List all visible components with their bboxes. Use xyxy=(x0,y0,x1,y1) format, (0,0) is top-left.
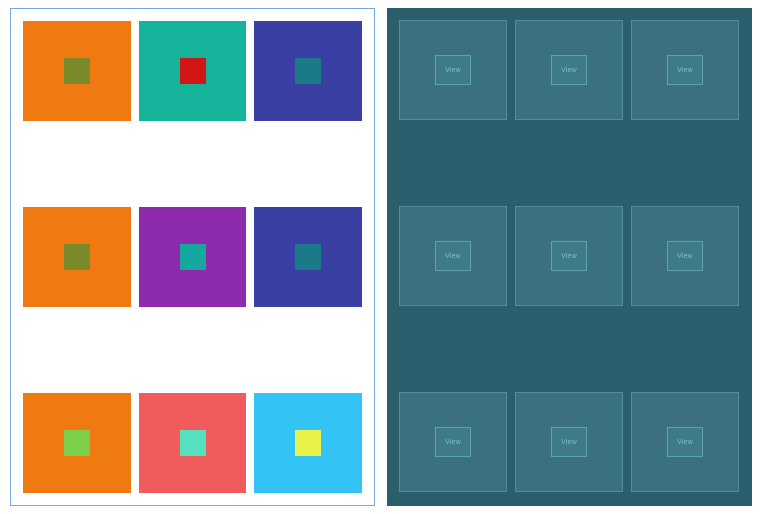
left-row-2 xyxy=(11,393,374,493)
wire-label: View xyxy=(445,439,461,446)
wire-inner: View xyxy=(435,55,471,85)
wire-inner: View xyxy=(667,427,703,457)
color-swatch xyxy=(64,58,90,84)
wire-label: View xyxy=(561,253,577,260)
color-tile[interactable] xyxy=(139,21,247,121)
wire-label: View xyxy=(445,67,461,74)
color-swatch xyxy=(180,58,206,84)
wire-tile[interactable]: View xyxy=(515,206,623,306)
color-tile[interactable] xyxy=(254,21,362,121)
color-swatch xyxy=(295,430,321,456)
wire-tile[interactable]: View xyxy=(399,20,507,120)
wire-tile[interactable]: View xyxy=(631,392,739,492)
color-tile[interactable] xyxy=(23,21,131,121)
wire-inner: View xyxy=(435,427,471,457)
stage: View View View View View View View View … xyxy=(0,0,764,514)
color-tile[interactable] xyxy=(139,393,247,493)
color-swatch xyxy=(295,58,321,84)
color-tile[interactable] xyxy=(139,207,247,307)
right-row-0: View View View xyxy=(387,20,752,120)
wire-tile[interactable]: View xyxy=(515,392,623,492)
color-swatch xyxy=(295,244,321,270)
wire-inner: View xyxy=(435,241,471,271)
wire-label: View xyxy=(561,67,577,74)
wire-inner: View xyxy=(551,427,587,457)
wire-label: View xyxy=(677,253,693,260)
right-panel: View View View View View View View View … xyxy=(387,8,752,506)
wire-inner: View xyxy=(551,55,587,85)
wire-tile[interactable]: View xyxy=(631,206,739,306)
wire-label: View xyxy=(445,253,461,260)
wire-label: View xyxy=(677,439,693,446)
wire-inner: View xyxy=(667,55,703,85)
wire-tile[interactable]: View xyxy=(399,392,507,492)
wire-inner: View xyxy=(667,241,703,271)
right-row-2: View View View xyxy=(387,392,752,492)
color-tile[interactable] xyxy=(254,207,362,307)
right-row-1: View View View xyxy=(387,206,752,306)
wire-tile[interactable]: View xyxy=(631,20,739,120)
color-swatch xyxy=(64,244,90,270)
wire-tile[interactable]: View xyxy=(515,20,623,120)
wire-label: View xyxy=(561,439,577,446)
color-tile[interactable] xyxy=(23,207,131,307)
wire-tile[interactable]: View xyxy=(399,206,507,306)
color-swatch xyxy=(64,430,90,456)
wire-label: View xyxy=(677,67,693,74)
left-row-1 xyxy=(11,207,374,307)
color-swatch xyxy=(180,430,206,456)
left-row-0 xyxy=(11,21,374,121)
wire-inner: View xyxy=(551,241,587,271)
left-panel xyxy=(10,8,375,506)
color-tile[interactable] xyxy=(23,393,131,493)
color-swatch xyxy=(180,244,206,270)
color-tile[interactable] xyxy=(254,393,362,493)
